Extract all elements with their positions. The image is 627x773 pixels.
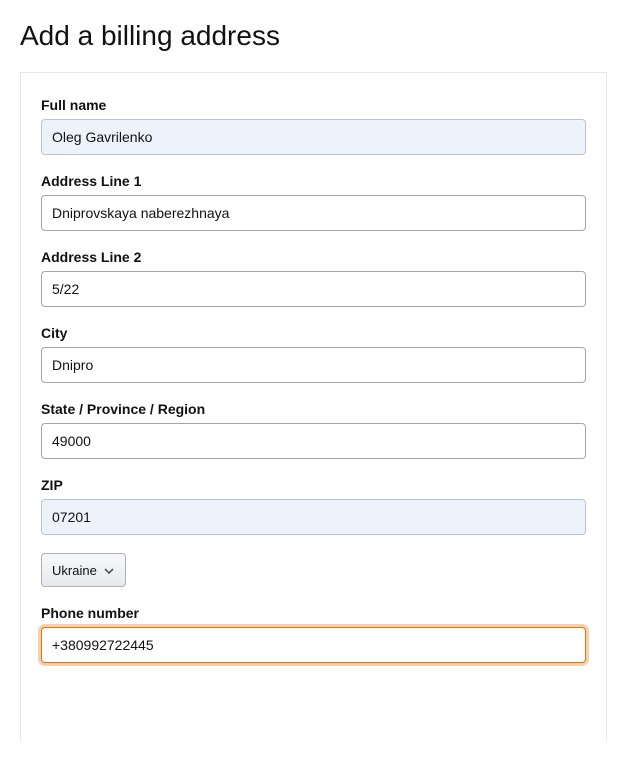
input-address-2[interactable] xyxy=(41,271,586,307)
label-full-name: Full name xyxy=(41,97,586,113)
field-phone: Phone number xyxy=(41,605,586,663)
billing-form-panel: Full name Address Line 1 Address Line 2 … xyxy=(20,73,607,741)
country-select[interactable]: Ukraine xyxy=(41,553,126,587)
field-zip: ZIP xyxy=(41,477,586,535)
label-state: State / Province / Region xyxy=(41,401,586,417)
field-state: State / Province / Region xyxy=(41,401,586,459)
input-state[interactable] xyxy=(41,423,586,459)
label-address-1: Address Line 1 xyxy=(41,173,586,189)
label-address-2: Address Line 2 xyxy=(41,249,586,265)
page-title: Add a billing address xyxy=(20,20,607,54)
field-city: City xyxy=(41,325,586,383)
input-full-name[interactable] xyxy=(41,119,586,155)
input-phone[interactable] xyxy=(41,627,586,663)
input-address-1[interactable] xyxy=(41,195,586,231)
label-phone: Phone number xyxy=(41,605,586,621)
country-selected-value: Ukraine xyxy=(52,563,97,578)
label-city: City xyxy=(41,325,586,341)
field-address-1: Address Line 1 xyxy=(41,173,586,231)
field-address-2: Address Line 2 xyxy=(41,249,586,307)
field-full-name: Full name xyxy=(41,97,586,155)
chevron-down-icon xyxy=(103,564,115,576)
input-city[interactable] xyxy=(41,347,586,383)
input-zip[interactable] xyxy=(41,499,586,535)
label-zip: ZIP xyxy=(41,477,586,493)
